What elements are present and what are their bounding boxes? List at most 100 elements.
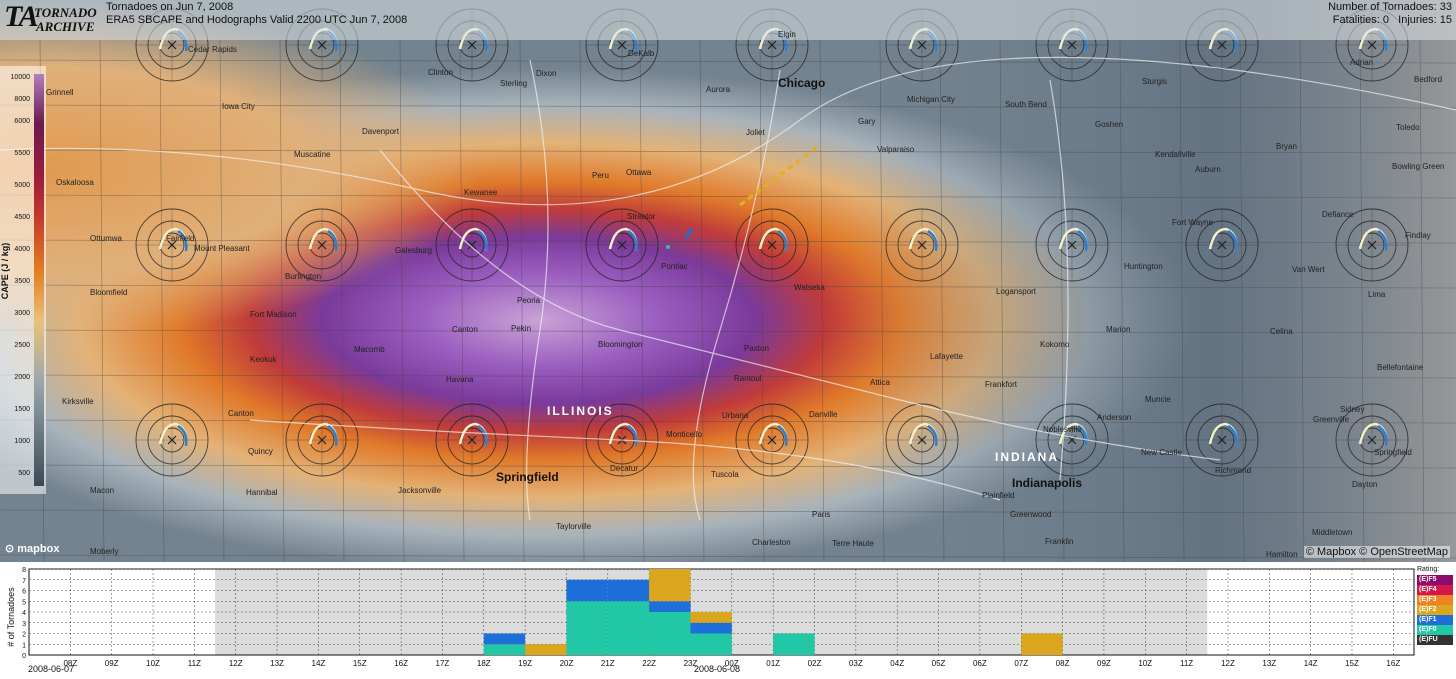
city-label: Michigan City [907,95,956,104]
date-label-mid: 2008-06-08 [694,664,741,674]
map-panel[interactable]: TA TORNADO ARCHIVE Tornadoes on Jun 7, 2… [0,0,1456,562]
city-label: Mount Pleasant [194,244,250,253]
city-label: Adrian [1350,58,1374,67]
legend-item: (E)F2 [1417,605,1453,615]
city-label: Oskaloosa [56,178,94,187]
city-label: Bellefontaine [1377,363,1424,372]
x-tick-label: 06Z [973,659,987,668]
x-tick-label: 15Z [353,659,367,668]
legend-item: (E)F1 [1417,615,1453,625]
city-label: Greenville [1313,415,1350,424]
hodograph [135,403,209,477]
x-tick-label: 17Z [436,659,450,668]
city-label: Bowling Green [1392,162,1445,171]
city-label: Hamilton [1266,550,1298,559]
city-label: Moberly [90,547,119,556]
x-tick-label: 11Z [1180,659,1193,668]
hodograph [885,403,959,477]
city-label: Decatur [610,464,639,473]
city-label: Findlay [1405,231,1431,240]
city-label: Huntington [1124,262,1163,271]
x-tick-label: 18Z [477,659,491,668]
state-label: ILLINOIS [547,404,614,418]
city-label: Chicago [778,76,826,90]
bar-segment [690,622,732,634]
x-tick-label: 09Z [105,659,119,668]
x-tick-label: 13Z [270,659,284,668]
colorbar-tick: 2000 [14,374,30,381]
bar-segment [566,579,608,602]
colorbar-tick: 5500 [14,150,30,157]
city-label: Bloomfield [90,288,128,297]
x-tick-label: 10Z [1138,659,1152,668]
city-label: Elgin [778,30,796,39]
city-label: South Bend [1005,100,1047,109]
city-label: Greenwood [1010,510,1052,519]
map-attribution[interactable]: © Mapbox © OpenStreetMap [1303,546,1450,558]
bar-segment [525,644,567,655]
city-label: Jacksonville [398,486,442,495]
city-label: Streator [627,212,656,221]
city-label: Kirksville [62,397,94,406]
city-label: Sturgis [1142,77,1167,86]
y-tick-label: 5 [22,599,26,606]
city-label: Grinnell [46,88,74,97]
x-tick-label: 12Z [229,659,243,668]
legend-item: (E)F5 [1417,575,1453,585]
city-label: Toledo [1396,123,1420,132]
histogram-chart: 08Z 09Z 10Z 11Z 12Z 13Z 14Z 15Z 16Z 17Z 18Z 19Z 20Z 2… [22,567,1415,668]
date-label-left: 2008-06-07 [28,664,75,674]
city-label: Rantoul [734,374,762,383]
x-tick-label: 22Z [642,659,656,668]
city-label: Valparaiso [877,145,915,154]
city-label: Noblesville [1043,425,1082,434]
x-tick-label: 12Z [1221,659,1235,668]
city-label: Goshen [1095,120,1124,129]
city-label: Anderson [1097,413,1132,422]
city-label: Middletown [1312,528,1353,537]
city-label: Keokuk [250,355,277,364]
rating-legend: Rating: (E)F5 (E)F4 (E)F3 (E)F2 (E)F1 (E)F0 (E… [1417,566,1453,645]
city-label: Charleston [752,538,791,547]
bar-segment [649,601,691,612]
hodograph [1335,208,1409,282]
city-label: Marion [1106,325,1131,334]
hodograph [435,403,509,477]
state-label: INDIANA [995,450,1059,464]
city-label: Pontiac [661,262,688,271]
legend-item: (E)F0 [1417,625,1453,635]
tornado-archive-logo[interactable]: TA TORNADO ARCHIVE [4,0,102,36]
x-tick-label: 14Z [1304,659,1318,668]
colorbar-tick: 2500 [14,342,30,349]
city-label: Fort Madison [250,310,297,319]
city-label: Urbana [722,411,749,420]
tornado-histogram: 08Z 09Z 10Z 11Z 12Z 13Z 14Z 15Z 16Z 17Z 18Z 19Z 20Z 2… [0,562,1456,679]
city-label: Iowa City [222,102,255,111]
city-label: Canton [452,325,478,334]
x-tick-label: 14Z [312,659,326,668]
tornado-count: Number of Tornadoes: 33 [1328,1,1452,13]
colorbar-tick: 5000 [14,182,30,189]
city-label: Auburn [1195,165,1221,174]
cape-colorbar: CAPE (J / kg) 10000 8000 6000 5500 5000 4500 4… [0,66,46,494]
city-label: New Castle [1141,448,1182,457]
city-label: Pekin [511,324,532,333]
mapbox-logo-text: mapbox [17,543,60,555]
city-label: Clinton [428,68,453,77]
logo-mark: TA [4,0,39,33]
city-label: Plainfield [982,491,1015,500]
city-label: Sterling [500,79,528,88]
city-label: Richmond [1215,466,1252,475]
city-label: Ottumwa [90,234,123,243]
city-label: Tuscola [711,470,739,479]
city-label: Peru [592,171,609,180]
bar-segment [690,612,732,623]
y-tick-label: 3 [22,621,26,628]
y-tick-label: 6 [22,589,26,596]
bar-segment [566,601,608,655]
mapbox-logo[interactable]: ⊙ mapbox [5,542,59,555]
x-tick-label: 21Z [601,659,615,668]
city-label: Terre Haute [832,539,874,548]
legend-title: Rating: [1417,566,1440,573]
hodograph [435,208,509,282]
